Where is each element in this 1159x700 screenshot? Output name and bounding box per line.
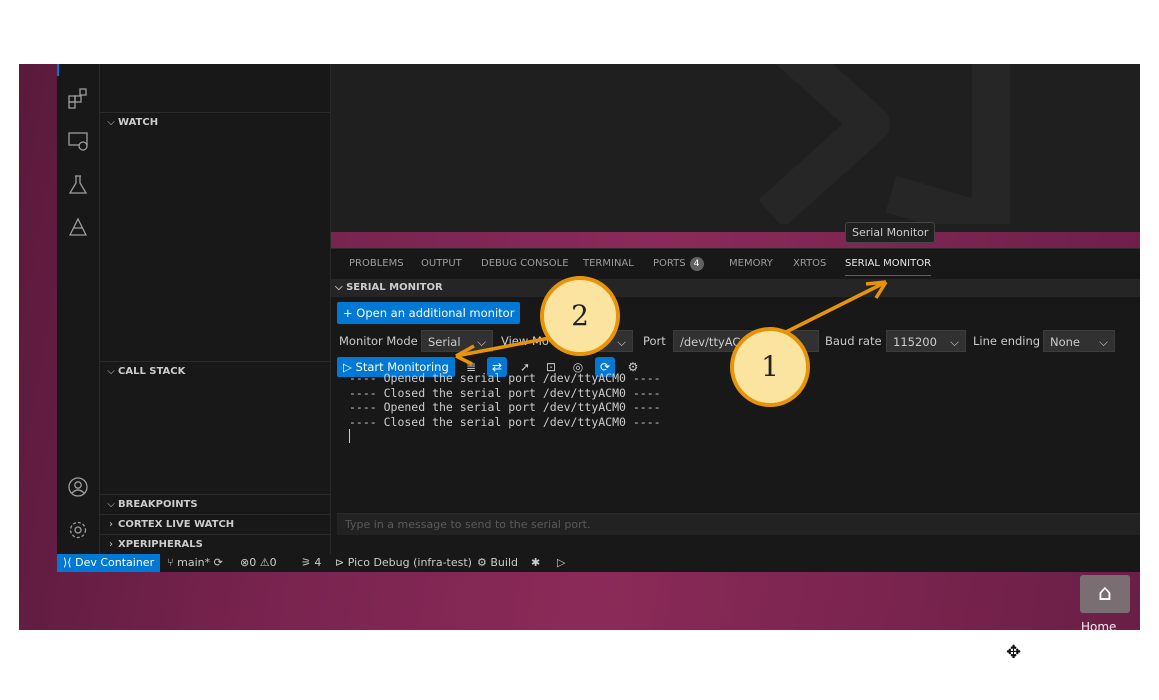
serial-monitor-title: SERIAL MONITOR	[346, 282, 443, 293]
output-line: ---- Opened the serial port /dev/ttyACM0…	[349, 371, 661, 385]
home-label: Home	[1081, 620, 1117, 630]
chevron-down-icon: ⌵	[950, 335, 959, 349]
ports-count-badge: 4	[689, 257, 704, 271]
settings-gear-icon[interactable]	[65, 519, 91, 545]
vscode-watermark-icon	[758, 64, 1010, 224]
error-icon: ⊗	[240, 556, 250, 569]
tab-problems[interactable]: PROBLEMS	[349, 249, 404, 279]
pico-icon[interactable]	[65, 216, 91, 242]
serial-monitor-tooltip: Serial Monitor	[845, 222, 936, 243]
warning-count: 0	[269, 556, 277, 569]
status-bar: ⟩⟨ Dev Container ⑂ main* ⟳ ⊗0 ⚠0 ⚞ 4 ⊳ P…	[57, 554, 1140, 572]
chevron-down-icon: ⌵	[617, 335, 626, 349]
output-line: ---- Closed the serial port /dev/ttyACM0…	[349, 385, 661, 400]
bottom-panel: PROBLEMS OUTPUT DEBUG CONSOLE TERMINAL P…	[331, 248, 1140, 555]
build-label: Build	[490, 556, 518, 569]
serial-monitor-header[interactable]: ⌵ SERIAL MONITOR	[331, 279, 1140, 297]
watch-section-header[interactable]: ⌵ WATCH	[100, 112, 330, 133]
tab-ports[interactable]: PORTS 4	[653, 249, 704, 279]
port-label: Port	[643, 334, 666, 348]
bug-icon[interactable]: ✱	[531, 554, 540, 572]
view-mode-label: View Mo	[501, 334, 549, 348]
debug-sidebar: ⌵ WATCH ⌵ CALL STACK ⌵ BREAKPOINTS › CORTEX …	[100, 64, 331, 554]
sync-icon: ⟳	[213, 556, 223, 569]
monitor-mode-label: Monitor Mode	[339, 334, 418, 348]
chevron-down-icon: ⌵	[1099, 335, 1108, 349]
debug-target-item[interactable]: ⊳ Pico Debug (infra-test)	[335, 554, 472, 572]
git-branch-item[interactable]: ⑂ main* ⟳	[167, 554, 223, 572]
debug-target-label: Pico Debug (infra-test)	[347, 556, 472, 569]
remote-icon: ⟩⟨	[63, 556, 72, 569]
remote-explorer-icon[interactable]	[65, 130, 91, 156]
editor-area	[331, 64, 1140, 232]
build-item[interactable]: ⚙ Build	[477, 554, 518, 572]
call-stack-section-header[interactable]: ⌵ CALL STACK	[100, 361, 330, 382]
callout-step-2: 2	[540, 276, 620, 356]
tab-serial-monitor[interactable]: SERIAL MONITOR	[845, 249, 932, 279]
text-cursor	[349, 429, 350, 443]
xperipherals-label: XPERIPHERALS	[118, 539, 203, 550]
remote-label: Dev Container	[75, 556, 155, 569]
remote-indicator[interactable]: ⟩⟨ Dev Container	[57, 554, 161, 572]
breakpoints-label: BREAKPOINTS	[118, 499, 198, 510]
tab-memory[interactable]: MEMORY	[729, 249, 773, 279]
open-additional-monitor-button[interactable]: + Open an additional monitor	[337, 302, 521, 324]
tab-ports-label: PORTS	[653, 258, 686, 269]
output-line: ---- Closed the serial port /dev/ttyACM0…	[349, 414, 661, 429]
ports-count: 4	[314, 556, 322, 569]
panel-tabs: PROBLEMS OUTPUT DEBUG CONSOLE TERMINAL P…	[331, 249, 1140, 279]
radio-tower-icon: ⚞	[301, 556, 311, 569]
extensions-icon[interactable]	[65, 87, 91, 113]
tab-output[interactable]: OUTPUT	[421, 249, 462, 279]
chevron-down-icon: ⌵	[335, 282, 343, 293]
ports-item[interactable]: ⚞ 4	[301, 554, 321, 572]
activity-bar	[57, 64, 100, 554]
testing-icon[interactable]	[65, 174, 91, 200]
plus-icon: +	[343, 306, 353, 320]
output-line: ---- Opened the serial port /dev/ttyACM0…	[349, 400, 661, 414]
serial-message-input[interactable]: Type in a message to send to the serial …	[337, 513, 1140, 535]
move-cursor-icon: ✥	[1006, 642, 1022, 663]
baud-rate-label: Baud rate	[825, 334, 882, 348]
watch-label: WATCH	[118, 117, 159, 128]
line-ending-value: None	[1050, 335, 1081, 349]
cortex-live-watch-label: CORTEX LIVE WATCH	[118, 519, 235, 530]
serial-output: ---- Opened the serial port /dev/ttyACM0…	[349, 371, 661, 429]
open-additional-monitor-label: Open an additional monitor	[356, 306, 515, 320]
active-indicator	[57, 64, 59, 76]
account-icon[interactable]	[65, 476, 91, 502]
error-count: 0	[249, 556, 257, 569]
warning-icon: ⚠	[259, 556, 270, 569]
cortex-live-watch-section-header[interactable]: › CORTEX LIVE WATCH	[100, 514, 330, 535]
tab-xrtos[interactable]: XRTOS	[793, 249, 826, 279]
home-folder-icon[interactable]: ⌂	[1080, 575, 1130, 613]
debug-icon: ⊳	[335, 556, 345, 569]
monitor-mode-value: Serial	[428, 335, 461, 349]
problems-item[interactable]: ⊗0 ⚠0	[240, 554, 277, 572]
tab-terminal[interactable]: TERMINAL	[583, 249, 634, 279]
git-branch-icon: ⑂	[167, 556, 174, 569]
xperipherals-section-header[interactable]: › XPERIPHERALS	[100, 534, 330, 555]
line-ending-label: Line ending	[973, 334, 1041, 348]
port-value: /dev/ttyAC	[680, 335, 741, 349]
callout-step-1: 1	[730, 327, 810, 407]
tab-debug-console[interactable]: DEBUG CONSOLE	[481, 249, 569, 279]
line-ending-select[interactable]: None ⌵	[1043, 330, 1115, 352]
baud-rate-value: 115200	[893, 335, 937, 349]
run-icon[interactable]: ▷	[557, 554, 565, 572]
baud-rate-select[interactable]: 115200 ⌵	[886, 330, 966, 352]
monitor-mode-select[interactable]: Serial ⌵	[421, 330, 493, 352]
breakpoints-section-header[interactable]: ⌵ BREAKPOINTS	[100, 494, 330, 515]
chevron-down-icon: ⌵	[477, 335, 486, 349]
branch-label: main*	[177, 556, 211, 569]
gear-icon: ⚙	[477, 556, 487, 569]
call-stack-label: CALL STACK	[118, 366, 186, 377]
